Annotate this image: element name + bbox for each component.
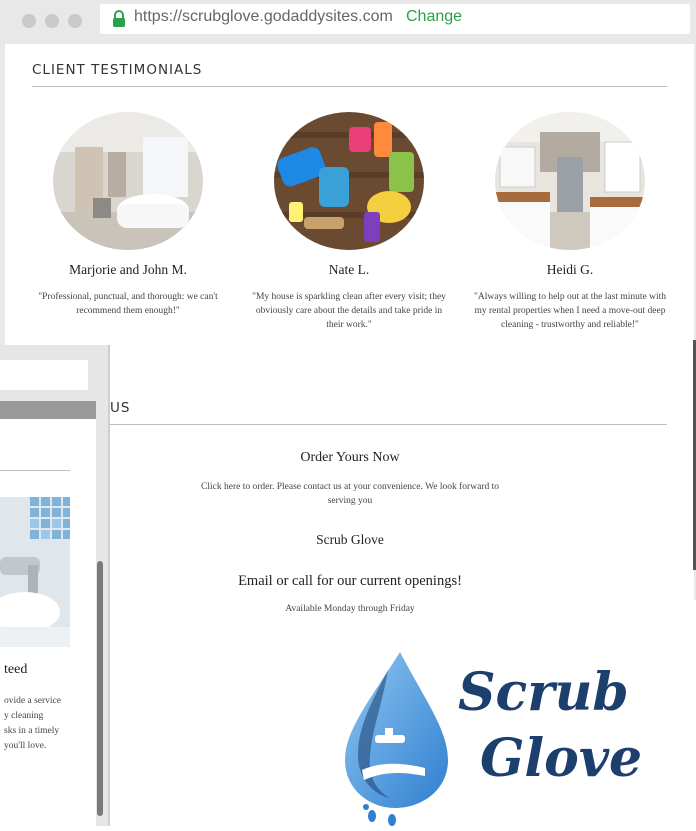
address-bar[interactable]	[0, 360, 88, 390]
order-heading[interactable]: Order Yours Now	[100, 450, 600, 466]
openings-heading: Email or call for our current openings!	[238, 573, 462, 589]
browser-toolbar: https://scrubglove.godaddysites.com Chan…	[0, 0, 696, 44]
availability-text: Available Monday through Friday	[285, 604, 415, 614]
feature-text-line: sks in a timely	[4, 726, 60, 736]
testimonial-name: Marjorie and John M.	[69, 262, 187, 277]
header-strip	[0, 401, 96, 419]
url-text: https://scrubglove.godaddysites.com	[134, 8, 393, 25]
lock-icon	[113, 10, 125, 27]
feature-text: ovide a service y cleaning sks in a time…	[4, 694, 61, 754]
close-window-dot[interactable]	[22, 14, 36, 28]
logo-text-glove: Glove	[480, 728, 643, 789]
testimonials-title: CLIENT TESTIMONIALS	[32, 62, 203, 78]
web-page: teed ovide a service y cleaning sks in a…	[0, 419, 96, 826]
change-link[interactable]: Change	[406, 8, 462, 26]
contact-section-title: US	[110, 400, 131, 416]
testimonial-name: Nate L.	[328, 262, 370, 277]
scrollbar-track[interactable]	[96, 401, 104, 826]
feature-text-line: ovide a service	[4, 696, 61, 706]
divider	[105, 424, 667, 425]
order-text[interactable]: Click here to order. Please contact us a…	[195, 480, 505, 508]
browser-toolbar	[0, 345, 108, 390]
testimonial-quote: "Always willing to help out at the last …	[473, 292, 666, 330]
feature-heading: teed	[4, 662, 28, 677]
divider	[32, 86, 667, 87]
sink-photo	[0, 497, 70, 647]
testimonial-quote: "Professional, punctual, and thorough: w…	[38, 292, 218, 316]
address-bar[interactable]: https://scrubglove.godaddysites.com Chan…	[100, 4, 690, 34]
feature-text-line: you'll love.	[4, 741, 47, 751]
scrollbar-thumb[interactable]	[97, 561, 103, 816]
maximize-window-dot[interactable]	[68, 14, 82, 28]
testimonial-quote: "My house is sparkling clean after every…	[252, 292, 446, 330]
divider	[0, 470, 70, 471]
logo-text-scrub: Scrub	[458, 662, 629, 723]
company-name: Scrub Glove	[316, 532, 384, 547]
scrub-glove-logo: Scrub Glove	[330, 640, 642, 826]
feature-text-line: y cleaning	[4, 711, 44, 721]
minimize-window-dot[interactable]	[45, 14, 59, 28]
second-browser-window: teed ovide a service y cleaning sks in a…	[0, 345, 110, 826]
bathroom-photo	[53, 112, 203, 250]
water-drop-icon	[345, 652, 448, 826]
testimonial-name: Heidi G.	[546, 262, 594, 277]
kitchen-photo	[495, 112, 645, 250]
cleaning-supplies-photo	[274, 112, 424, 250]
